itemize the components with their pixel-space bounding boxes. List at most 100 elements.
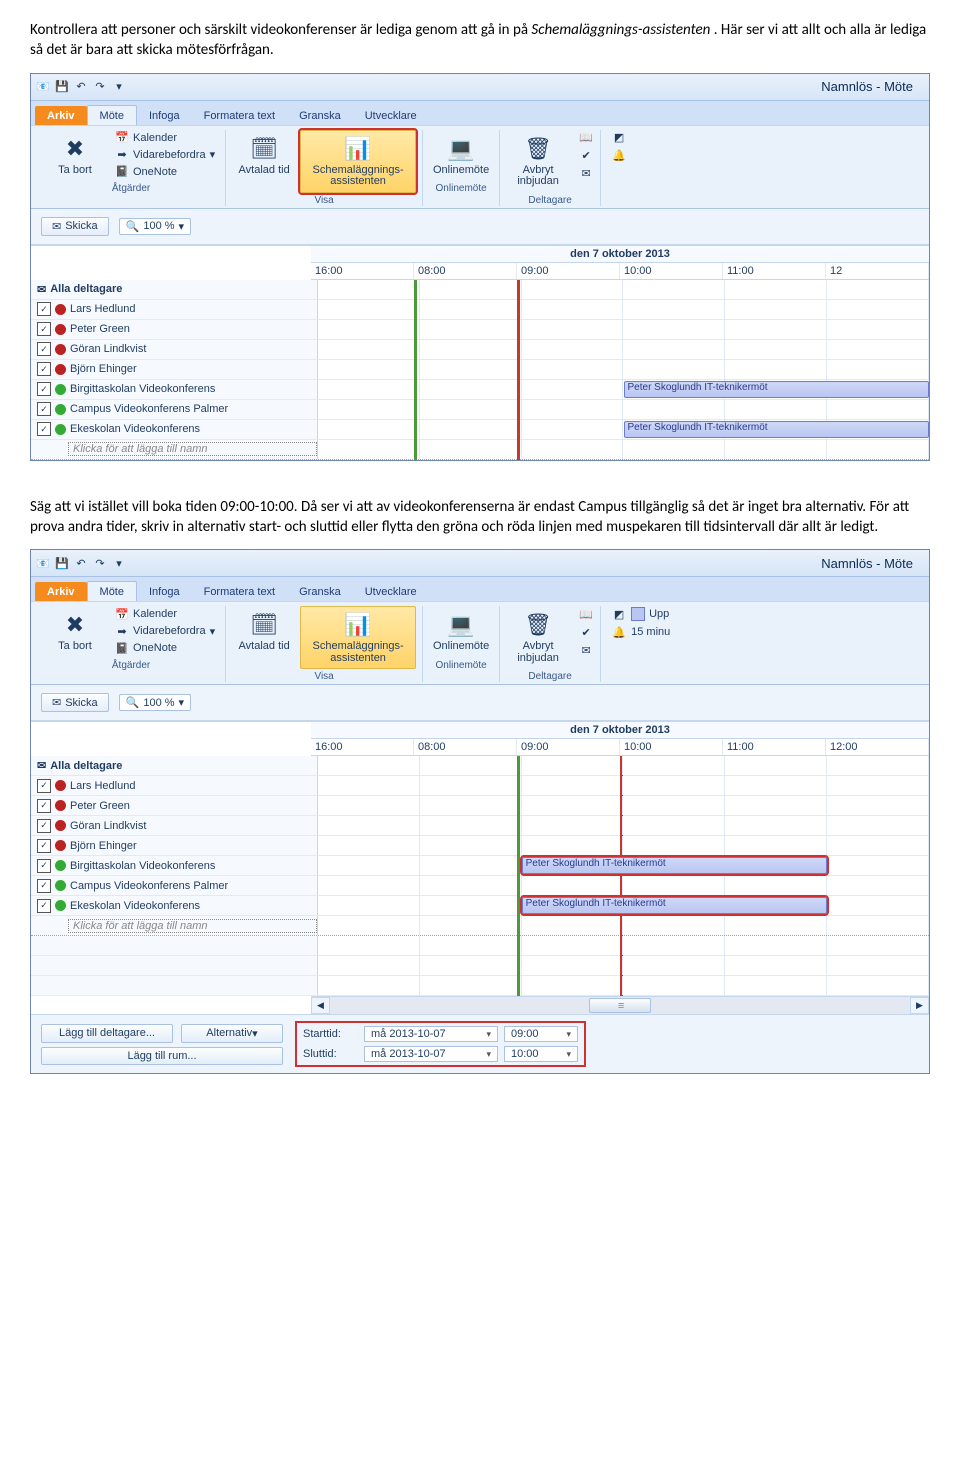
tab-meeting[interactable]: Möte [87, 105, 137, 125]
delete-button[interactable]: ✖ Ta bort [43, 130, 107, 182]
attendee-checkbox[interactable]: ✓ [37, 799, 51, 813]
scroll-thumb[interactable]: ≡ [589, 998, 651, 1013]
status-dot [55, 840, 66, 851]
attendee-checkbox[interactable]: ✓ [37, 779, 51, 793]
address-book-button[interactable]: 📖 [578, 606, 594, 622]
attendee-checkbox[interactable]: ✓ [37, 402, 51, 416]
row-all-attendees: ✉ Alla deltagare [31, 280, 929, 300]
attendee-checkbox[interactable]: ✓ [37, 879, 51, 893]
delete-button[interactable]: ✖ Ta bort [43, 606, 107, 658]
zoom-control[interactable]: 🔍 100 % ▾ [119, 218, 191, 235]
check-names-button[interactable]: ✔ [578, 624, 594, 640]
envelope-icon: ✉ [37, 283, 46, 296]
response-options-button[interactable]: ✉ [578, 642, 594, 658]
status-dot [55, 404, 66, 415]
end-time-input[interactable]: 10:00▾ [504, 1046, 578, 1062]
onenote-button[interactable]: 📓 OneNote [111, 164, 181, 180]
attendee-row: ✓Björn Ehinger [31, 836, 929, 856]
response-options-button[interactable]: ✉ [578, 166, 594, 182]
forward-button[interactable]: ➡Vidarebefordra ▾ [111, 623, 219, 639]
attendee-checkbox[interactable]: ✓ [37, 839, 51, 853]
empty-row [31, 976, 929, 996]
attendee-checkbox[interactable]: ✓ [37, 342, 51, 356]
send-button[interactable]: ✉ Skicka [41, 693, 109, 712]
busy-block[interactable]: Peter Skoglundh IT-teknikermöt [624, 421, 930, 438]
busy-block[interactable]: Peter Skoglundh IT-teknikermöt [522, 897, 828, 914]
time-col: 09:00 [517, 739, 620, 755]
address-book-icon: 📖 [578, 130, 594, 146]
ribbon-group-show: 🗓 Avtalad tid 📊 Schemaläggnings-assisten… [226, 606, 423, 682]
tab-meeting[interactable]: Möte [87, 581, 137, 601]
tab-file[interactable]: Arkiv [35, 106, 87, 125]
scheduling-assistant-button[interactable]: 📊 Schemaläggnings-assistenten [300, 606, 416, 669]
send-button[interactable]: ✉ Skicka [41, 217, 109, 236]
start-date-input[interactable]: må 2013-10-07▾ [364, 1026, 498, 1042]
show-as-icon[interactable]: ◩ [611, 130, 627, 146]
scroll-right-icon[interactable]: ▶ [910, 997, 929, 1014]
show-as-row[interactable]: ◩Upp [611, 606, 669, 622]
tab-review[interactable]: Granska [287, 582, 353, 601]
calendar-button[interactable]: 📅 Kalender [111, 130, 181, 146]
undo-icon[interactable]: ↶ [73, 79, 89, 95]
tab-file[interactable]: Arkiv [35, 582, 87, 601]
add-name-row[interactable]: Klicka för att lägga till namn [31, 916, 929, 936]
tab-format[interactable]: Formatera text [192, 582, 288, 601]
check-names-button[interactable]: ✔ [578, 148, 594, 164]
online-meeting-button[interactable]: 💻 Onlinemöte [429, 606, 493, 658]
attendee-checkbox[interactable]: ✓ [37, 382, 51, 396]
online-meeting-button[interactable]: 💻 Onlinemöte [429, 130, 493, 182]
end-date-input[interactable]: må 2013-10-07▾ [364, 1046, 498, 1062]
busy-block[interactable]: Peter Skoglundh IT-teknikermöt [522, 857, 828, 874]
attendee-checkbox[interactable]: ✓ [37, 422, 51, 436]
add-room-button[interactable]: Lägg till rum... [41, 1047, 283, 1065]
zoom-control[interactable]: 🔍 100 % ▾ [119, 694, 191, 711]
address-book-button[interactable]: 📖 [578, 130, 594, 146]
calendar-icon: 📅 [115, 607, 129, 621]
appointment-button[interactable]: 🗓 Avtalad tid [232, 606, 296, 658]
tab-insert[interactable]: Infoga [137, 582, 192, 601]
save-icon[interactable]: 💾 [54, 79, 70, 95]
calendar-button[interactable]: 📅Kalender [111, 606, 181, 622]
time-col: 12 [826, 263, 929, 279]
undo-icon[interactable]: ↶ [73, 555, 89, 571]
busy-block[interactable]: Peter Skoglundh IT-teknikermöt [624, 381, 930, 398]
cancel-invite-button[interactable]: 🗑 Avbryt inbjudan [506, 130, 570, 193]
save-icon[interactable]: 💾 [54, 555, 70, 571]
scroll-left-icon[interactable]: ◀ [311, 997, 330, 1014]
ribbon-tail: ◩Upp 🔔15 minu [601, 606, 676, 682]
time-col: 09:00 [517, 263, 620, 279]
attendee-checkbox[interactable]: ✓ [37, 819, 51, 833]
send-icon: ✉ [52, 696, 61, 709]
tab-developer[interactable]: Utvecklare [353, 106, 429, 125]
redo-icon[interactable]: ↷ [92, 555, 108, 571]
time-fields: Starttid: må 2013-10-07▾ 09:00▾ Sluttid:… [295, 1021, 586, 1067]
cancel-invite-button[interactable]: 🗑 Avbryt inbjudan [506, 606, 570, 669]
attendee-checkbox[interactable]: ✓ [37, 322, 51, 336]
add-name-row[interactable]: Klicka för att lägga till namn [31, 440, 929, 460]
qat-dropdown-icon[interactable]: ▾ [111, 79, 127, 95]
reminder-icon[interactable]: 🔔 [611, 148, 627, 164]
start-time-input[interactable]: 09:00▾ [504, 1026, 578, 1042]
tab-insert[interactable]: Infoga [137, 106, 192, 125]
appointment-button[interactable]: 🗓 Avtalad tid [232, 130, 296, 182]
add-attendees-button[interactable]: Lägg till deltagare... [41, 1024, 173, 1043]
horizontal-scrollbar[interactable]: ◀ ≡ ▶ [311, 996, 929, 1014]
attendee-checkbox[interactable]: ✓ [37, 362, 51, 376]
qat-dropdown-icon[interactable]: ▾ [111, 555, 127, 571]
tab-review[interactable]: Granska [287, 106, 353, 125]
group-name-actions: Åtgärder [112, 183, 150, 194]
scheduling-icon: 📊 [342, 133, 374, 165]
scheduling-assistant-button[interactable]: 📊 Schemaläggnings-assistenten [300, 130, 416, 193]
options-button[interactable]: Alternativ ▾ [181, 1024, 283, 1043]
forward-button[interactable]: ➡ Vidarebefordra ▾ [111, 147, 219, 163]
redo-icon[interactable]: ↷ [92, 79, 108, 95]
tab-format[interactable]: Formatera text [192, 106, 288, 125]
reminder-row[interactable]: 🔔15 minu [611, 624, 670, 640]
onenote-button[interactable]: 📓OneNote [111, 640, 181, 656]
attendee-checkbox[interactable]: ✓ [37, 899, 51, 913]
response-options-icon: ✉ [578, 642, 594, 658]
attendee-checkbox[interactable]: ✓ [37, 859, 51, 873]
titlebar: 📧 💾 ↶ ↷ ▾ Namnlös - Möte [31, 74, 929, 101]
tab-developer[interactable]: Utvecklare [353, 582, 429, 601]
attendee-checkbox[interactable]: ✓ [37, 302, 51, 316]
